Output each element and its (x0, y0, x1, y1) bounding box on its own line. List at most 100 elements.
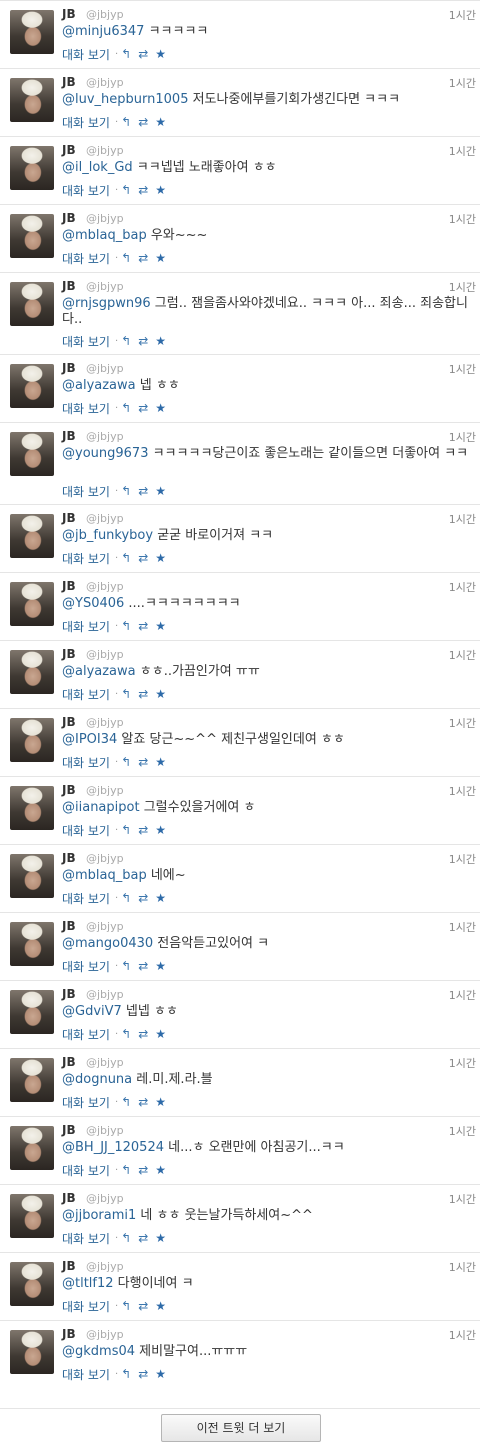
tweet-timestamp[interactable]: 1시간 (449, 7, 476, 23)
avatar[interactable] (10, 432, 54, 476)
mention-link[interactable]: @mblaq_bap (62, 868, 147, 883)
view-conversation-link[interactable]: 대화 보기 (62, 333, 110, 350)
reply-arrow-icon[interactable]: ↰ (121, 485, 131, 497)
user-name[interactable]: JB (62, 579, 76, 593)
tweet-timestamp[interactable]: 1시간 (449, 783, 476, 799)
tweet-timestamp[interactable]: 1시간 (449, 361, 476, 377)
user-handle[interactable]: @jbjyp (86, 716, 124, 729)
tweet-timestamp[interactable]: 1시간 (449, 1055, 476, 1071)
view-conversation-link[interactable]: 대화 보기 (62, 890, 110, 907)
tweet-timestamp[interactable]: 1시간 (449, 279, 476, 295)
mention-link[interactable]: @jb_funkyboy (62, 528, 153, 543)
mention-link[interactable]: @il_lok_Gd (62, 160, 133, 175)
mention-link[interactable]: @dognuna (62, 1072, 132, 1087)
tweet-timestamp[interactable]: 1시간 (449, 715, 476, 731)
mention-link[interactable]: @mblaq_bap (62, 228, 147, 243)
user-name[interactable]: JB (62, 919, 76, 933)
view-conversation-link[interactable]: 대화 보기 (62, 754, 110, 771)
star-icon[interactable]: ★ (155, 960, 166, 972)
reply-arrow-icon[interactable]: ↰ (121, 552, 131, 564)
user-handle[interactable]: @jbjyp (86, 1260, 124, 1273)
view-conversation-link[interactable]: 대화 보기 (62, 1026, 110, 1043)
retweet-icon[interactable]: ⇄ (138, 1164, 148, 1176)
user-name[interactable]: JB (62, 1123, 76, 1137)
tweet-timestamp[interactable]: 1시간 (449, 511, 476, 527)
star-icon[interactable]: ★ (155, 552, 166, 564)
view-conversation-link[interactable]: 대화 보기 (62, 400, 110, 417)
avatar[interactable] (10, 1194, 54, 1238)
reply-arrow-icon[interactable]: ↰ (121, 1232, 131, 1244)
reply-arrow-icon[interactable]: ↰ (121, 116, 131, 128)
user-name[interactable]: JB (62, 211, 76, 225)
reply-arrow-icon[interactable]: ↰ (121, 756, 131, 768)
retweet-icon[interactable]: ⇄ (138, 1028, 148, 1040)
retweet-icon[interactable]: ⇄ (138, 892, 148, 904)
star-icon[interactable]: ★ (155, 184, 166, 196)
reply-arrow-icon[interactable]: ↰ (121, 402, 131, 414)
mention-link[interactable]: @luv_hepburn1005 (62, 92, 188, 107)
mention-link[interactable]: @alyazawa (62, 664, 136, 679)
user-handle[interactable]: @jbjyp (86, 580, 124, 593)
tweet-timestamp[interactable]: 1시간 (449, 1327, 476, 1343)
view-conversation-link[interactable]: 대화 보기 (62, 1094, 110, 1111)
star-icon[interactable]: ★ (155, 892, 166, 904)
retweet-icon[interactable]: ⇄ (138, 620, 148, 632)
avatar[interactable] (10, 214, 54, 258)
user-handle[interactable]: @jbjyp (86, 212, 124, 225)
avatar[interactable] (10, 514, 54, 558)
mention-link[interactable]: @jjborami1 (62, 1208, 136, 1223)
user-handle[interactable]: @jbjyp (86, 430, 124, 443)
tweet-timestamp[interactable]: 1시간 (449, 1259, 476, 1275)
star-icon[interactable]: ★ (155, 1232, 166, 1244)
tweet-timestamp[interactable]: 1시간 (449, 647, 476, 663)
retweet-icon[interactable]: ⇄ (138, 1096, 148, 1108)
view-conversation-link[interactable]: 대화 보기 (62, 114, 110, 131)
mention-link[interactable]: @alyazawa (62, 378, 136, 393)
tweet-timestamp[interactable]: 1시간 (449, 1191, 476, 1207)
retweet-icon[interactable]: ⇄ (138, 252, 148, 264)
retweet-icon[interactable]: ⇄ (138, 48, 148, 60)
retweet-icon[interactable]: ⇄ (138, 1368, 148, 1380)
tweet-timestamp[interactable]: 1시간 (449, 987, 476, 1003)
mention-link[interactable]: @BH_JJ_120524 (62, 1140, 164, 1155)
tweet-timestamp[interactable]: 1시간 (449, 429, 476, 445)
reply-arrow-icon[interactable]: ↰ (121, 252, 131, 264)
view-conversation-link[interactable]: 대화 보기 (62, 250, 110, 267)
retweet-icon[interactable]: ⇄ (138, 184, 148, 196)
avatar[interactable] (10, 78, 54, 122)
view-conversation-link[interactable]: 대화 보기 (62, 822, 110, 839)
user-handle[interactable]: @jbjyp (86, 362, 124, 375)
retweet-icon[interactable]: ⇄ (138, 1232, 148, 1244)
avatar[interactable] (10, 146, 54, 190)
user-name[interactable]: JB (62, 1191, 76, 1205)
avatar[interactable] (10, 1262, 54, 1306)
avatar[interactable] (10, 922, 54, 966)
reply-arrow-icon[interactable]: ↰ (121, 1096, 131, 1108)
user-name[interactable]: JB (62, 511, 76, 525)
load-more-button[interactable]: 이전 트윗 더 보기 (161, 1414, 321, 1442)
avatar[interactable] (10, 582, 54, 626)
mention-link[interactable]: @GdviV7 (62, 1004, 122, 1019)
user-handle[interactable]: @jbjyp (86, 512, 124, 525)
retweet-icon[interactable]: ⇄ (138, 960, 148, 972)
user-name[interactable]: JB (62, 429, 76, 443)
retweet-icon[interactable]: ⇄ (138, 402, 148, 414)
view-conversation-link[interactable]: 대화 보기 (62, 46, 110, 63)
tweet-timestamp[interactable]: 1시간 (449, 579, 476, 595)
reply-arrow-icon[interactable]: ↰ (121, 1028, 131, 1040)
star-icon[interactable]: ★ (155, 402, 166, 414)
tweet-timestamp[interactable]: 1시간 (449, 1123, 476, 1139)
user-name[interactable]: JB (62, 783, 76, 797)
user-handle[interactable]: @jbjyp (86, 1192, 124, 1205)
view-conversation-link[interactable]: 대화 보기 (62, 550, 110, 567)
user-name[interactable]: JB (62, 361, 76, 375)
reply-arrow-icon[interactable]: ↰ (121, 1300, 131, 1312)
avatar[interactable] (10, 10, 54, 54)
view-conversation-link[interactable]: 대화 보기 (62, 1366, 110, 1383)
avatar[interactable] (10, 1330, 54, 1374)
mention-link[interactable]: @gkdms04 (62, 1344, 135, 1359)
view-conversation-link[interactable]: 대화 보기 (62, 618, 110, 635)
star-icon[interactable]: ★ (155, 824, 166, 836)
user-handle[interactable]: @jbjyp (86, 852, 124, 865)
user-handle[interactable]: @jbjyp (86, 784, 124, 797)
